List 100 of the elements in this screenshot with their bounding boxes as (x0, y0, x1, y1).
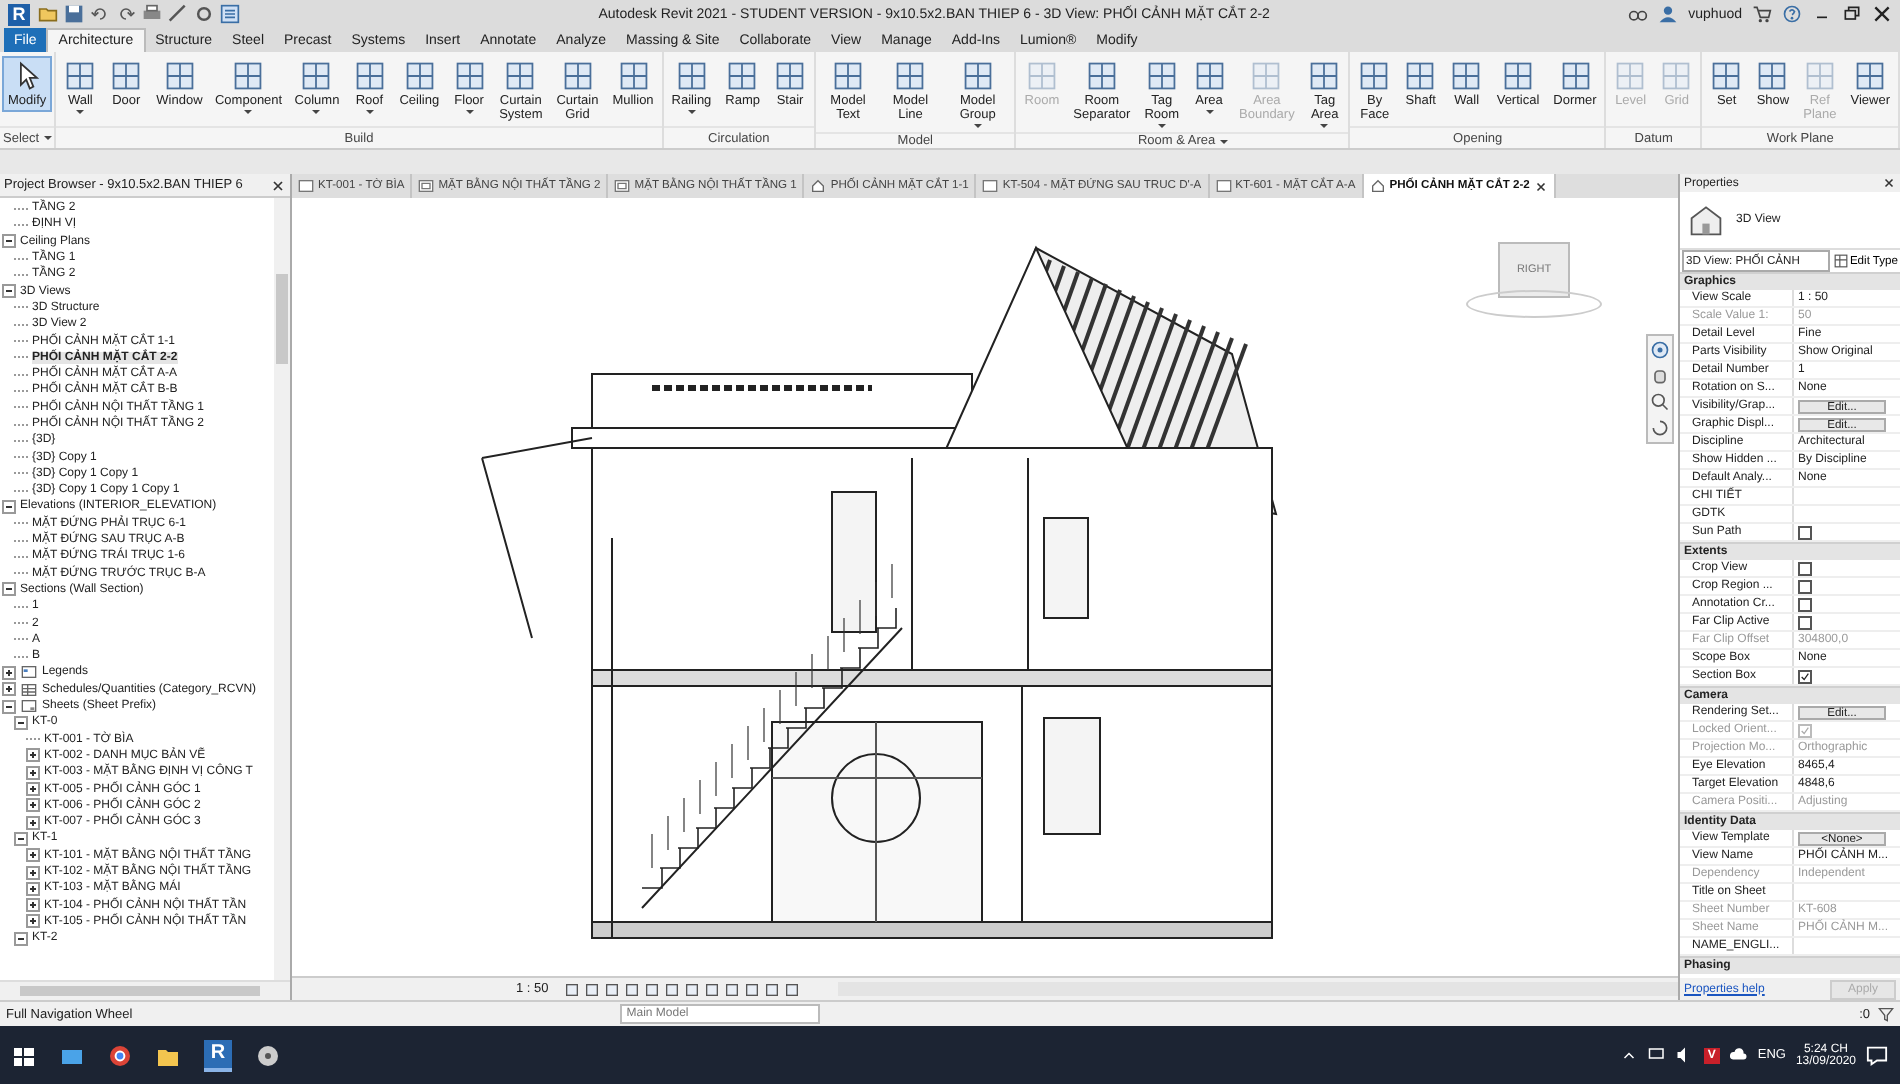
grid-icon (1660, 60, 1693, 92)
scrollbar[interactable] (0, 980, 290, 1000)
expand-toggle[interactable] (26, 782, 40, 797)
cloud-icon (1729, 1046, 1748, 1064)
checkbox[interactable] (1798, 579, 1812, 593)
house-icon (1688, 202, 1724, 238)
grid-icon (1358, 60, 1391, 92)
check-icon (1800, 725, 1810, 735)
house-icon (810, 178, 827, 194)
expand-toggle[interactable] (2, 682, 16, 697)
expand-toggle[interactable] (26, 765, 40, 780)
sheet-icon (20, 698, 38, 715)
grid-icon (163, 60, 196, 92)
grid-icon (300, 60, 333, 92)
collapse-toggle[interactable] (2, 582, 16, 597)
expand-toggle[interactable] (26, 865, 40, 880)
grid-icon (110, 60, 143, 92)
grid-icon (353, 60, 386, 92)
checkbox[interactable] (1798, 525, 1812, 539)
grid-icon (1854, 60, 1887, 92)
collapse-toggle[interactable] (2, 234, 16, 249)
grid-icon (232, 60, 265, 92)
sheet-icon (614, 178, 631, 194)
close-icon (1533, 179, 1548, 193)
save-icon (64, 4, 84, 24)
grid-icon (1502, 60, 1534, 92)
disc-icon (256, 1043, 280, 1067)
grid-icon (1193, 60, 1226, 92)
grid-icon (894, 60, 927, 92)
collapse-toggle[interactable] (2, 284, 16, 299)
grid-icon (1085, 60, 1118, 92)
collapse-toggle[interactable] (14, 931, 28, 946)
help-icon (1782, 4, 1802, 24)
grid-icon (961, 60, 994, 92)
close-icon (1882, 176, 1896, 190)
grid-icon (561, 60, 594, 92)
legend-icon (20, 664, 38, 681)
restore-icon (1842, 4, 1862, 24)
grid-icon (617, 60, 649, 92)
collapse-toggle[interactable] (2, 699, 16, 714)
user-icon (1658, 4, 1679, 24)
grid-icon (1614, 60, 1647, 92)
sheet-icon (298, 178, 314, 194)
notification-icon (1866, 1044, 1888, 1066)
close-icon (270, 177, 286, 193)
table-icon (1833, 254, 1848, 268)
sheet-icon (418, 178, 435, 194)
grid-icon (1559, 60, 1591, 92)
grid-icon (774, 60, 807, 92)
expand-toggle[interactable] (26, 798, 40, 813)
grid-icon (1250, 60, 1283, 92)
grid-icon (1025, 60, 1058, 92)
table-icon (20, 681, 38, 698)
expand-toggle[interactable] (26, 914, 40, 929)
scrollbar[interactable] (274, 198, 290, 980)
app-logo[interactable]: R (8, 3, 30, 25)
collapse-toggle[interactable] (2, 499, 16, 514)
sheet-icon (982, 178, 999, 194)
check-icon (1800, 671, 1810, 681)
checkbox[interactable] (1798, 561, 1812, 575)
list-icon (220, 4, 240, 24)
grid-icon (504, 60, 537, 92)
expand-toggle[interactable] (26, 748, 40, 763)
house-icon (1369, 178, 1386, 194)
wheel-icon (1650, 340, 1670, 360)
filter-icon (1878, 1006, 1894, 1022)
zoom-icon (1650, 392, 1670, 412)
folder-icon (38, 4, 58, 24)
collapse-toggle[interactable] (14, 831, 28, 846)
grid-icon (403, 60, 436, 92)
grid-icon (1450, 60, 1483, 92)
grid-icon (1710, 60, 1743, 92)
grid-icon (1145, 60, 1178, 92)
grid-icon (1308, 60, 1341, 92)
redo-icon (116, 4, 136, 24)
expand-toggle[interactable] (2, 665, 16, 680)
windows-logo-icon (12, 1043, 36, 1067)
collapse-toggle[interactable] (14, 715, 28, 730)
rotate-icon (1650, 418, 1670, 438)
checkbox[interactable] (1798, 669, 1812, 683)
expand-toggle[interactable] (26, 898, 40, 913)
grid-icon (1404, 60, 1437, 92)
grid-icon (726, 60, 759, 92)
scrollbar[interactable] (838, 982, 1678, 996)
checkbox[interactable] (1798, 597, 1812, 611)
cart-icon (1752, 4, 1772, 24)
expand-toggle[interactable] (26, 881, 40, 896)
undo-icon (90, 4, 110, 24)
grid-icon (675, 60, 708, 92)
grid-icon (64, 60, 97, 92)
expand-toggle[interactable] (26, 848, 40, 863)
taskbar-app[interactable]: R (204, 1039, 232, 1071)
checkbox[interactable] (1798, 615, 1812, 629)
circle-icon (108, 1043, 132, 1067)
grid-icon (832, 60, 865, 92)
close-icon (1872, 4, 1892, 24)
grid-icon (453, 60, 486, 92)
printer-icon (142, 4, 162, 24)
expand-toggle[interactable] (26, 815, 40, 830)
grid-icon (1756, 60, 1789, 92)
